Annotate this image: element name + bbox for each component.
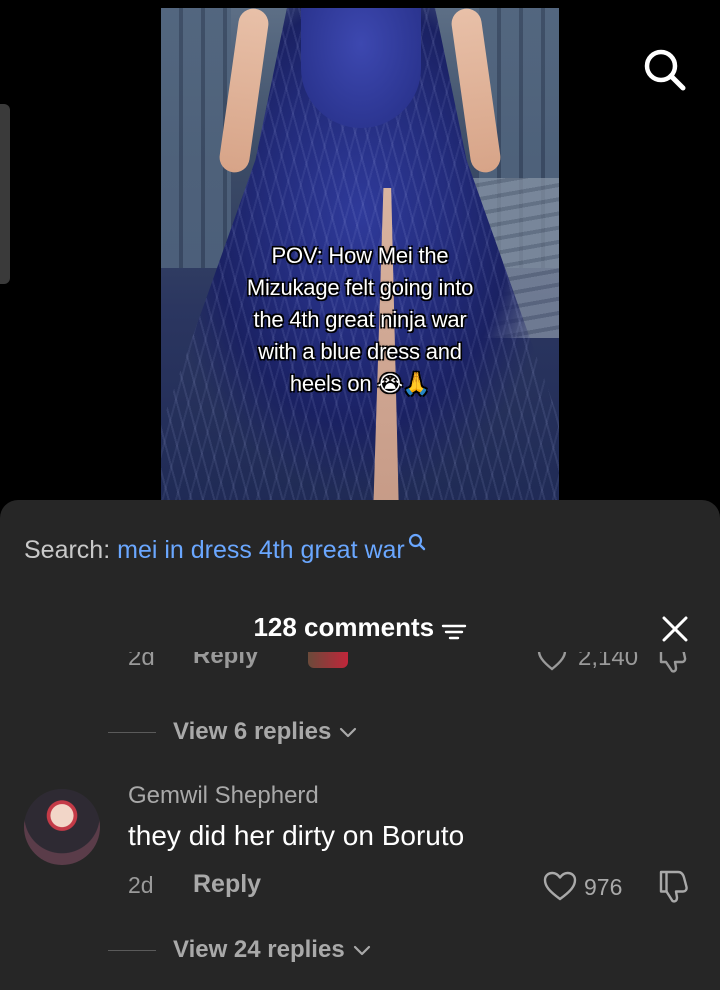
comment-text: they did her dirty on Boruto xyxy=(128,820,465,851)
side-panel-handle[interactable] xyxy=(0,104,10,284)
like-count: 2,140 xyxy=(578,652,639,671)
view-replies-label: View 6 replies xyxy=(173,718,332,745)
comment-sticker xyxy=(308,652,348,668)
search-query-link[interactable]: mei in dress 4th great war xyxy=(117,536,405,564)
video-caption: POV: How Mei the Mizukage felt going int… xyxy=(161,240,559,400)
background-building xyxy=(161,8,231,268)
view-replies-button[interactable]: View 24 replies xyxy=(108,933,371,967)
close-icon[interactable] xyxy=(660,614,690,644)
caption-line: heels on 😭🙏 xyxy=(289,371,431,396)
caption-line: the 4th great ninja war xyxy=(253,307,467,332)
heart-icon[interactable] xyxy=(542,870,578,902)
view-replies-label: View 24 replies xyxy=(173,936,345,963)
search-icon xyxy=(408,533,425,551)
caption-line: POV: How Mei the xyxy=(271,243,449,268)
caption-line: Mizukage felt going into xyxy=(246,275,474,300)
reply-button[interactable]: Reply xyxy=(193,652,258,670)
previous-comment-actions: 2d Reply 2,140 xyxy=(0,652,720,682)
comments-count: 128 comments xyxy=(253,612,435,642)
comment-time: 2d xyxy=(128,872,154,898)
reply-button[interactable]: Reply xyxy=(193,870,261,899)
thread-divider xyxy=(108,731,156,733)
thumbs-down-icon[interactable] xyxy=(657,652,689,674)
thread-divider xyxy=(108,949,156,951)
gown-bodice xyxy=(301,8,421,128)
search-suggestion[interactable]: Search: mei in dress 4th great war xyxy=(24,533,427,565)
video-player[interactable]: POV: How Mei the Mizukage felt going int… xyxy=(161,8,559,508)
chevron-down-icon xyxy=(340,727,357,738)
comments-sheet: Search: mei in dress 4th great war 128 c… xyxy=(0,500,720,990)
search-prefix: Search: xyxy=(24,536,111,564)
filter-icon[interactable] xyxy=(441,622,467,642)
avatar[interactable] xyxy=(24,789,100,865)
view-replies-button[interactable]: View 6 replies xyxy=(108,715,357,749)
like-count: 976 xyxy=(584,874,623,900)
caption-line: with a blue dress and xyxy=(258,339,462,364)
comments-header: 128 comments xyxy=(0,612,720,648)
chevron-down-icon xyxy=(353,945,370,956)
heart-icon[interactable] xyxy=(536,652,568,672)
comment-time: 2d xyxy=(128,652,155,671)
thumbs-down-icon[interactable] xyxy=(657,868,691,904)
search-icon[interactable] xyxy=(641,46,687,92)
comment-username[interactable]: Gemwil Shepherd xyxy=(128,782,319,810)
